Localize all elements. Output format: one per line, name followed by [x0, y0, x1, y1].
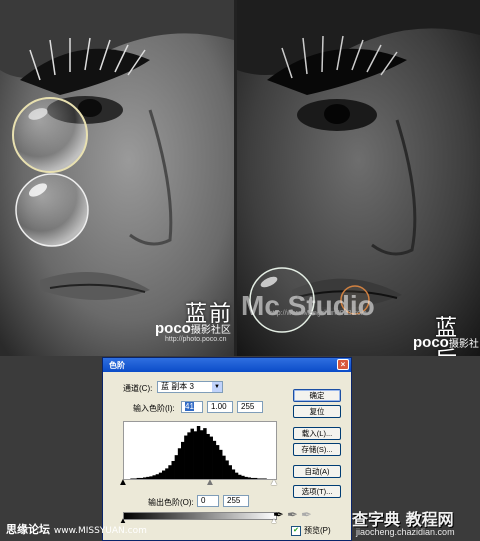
preview-label: 预览(P) [304, 526, 331, 535]
output-gradient [123, 512, 277, 520]
input-white-field[interactable]: 255 [237, 401, 263, 413]
eyedropper-white-icon[interactable]: ✒ [301, 507, 312, 523]
black-point-slider[interactable]: ▲ [118, 477, 128, 489]
histogram-bar [209, 436, 213, 479]
after-photo: Mc Studio http://www.Mengshun0913.com 蓝后… [237, 0, 480, 356]
options-button[interactable]: 选项(T)... [293, 485, 341, 498]
studio-watermark: Mc Studio [241, 290, 375, 321]
histogram-bar [143, 477, 147, 479]
histogram-bar [200, 430, 204, 479]
levels-dialog: 色阶 × 通道(C): 蓝 副本 3 ▼ 输入色阶(I): 41 1.00 25… [102, 357, 352, 541]
save-button[interactable]: 存储(S)... [293, 443, 341, 456]
eyedropper-gray-icon[interactable]: ✒ [287, 507, 298, 523]
histogram-bar [136, 477, 141, 479]
histogram-bar [222, 455, 226, 479]
histogram-bar [158, 472, 163, 479]
histogram-bar [225, 460, 229, 479]
preview-checkbox[interactable]: ✔ [291, 525, 301, 536]
poco-url: http://photo.poco.cn [165, 336, 227, 343]
white-point-slider[interactable]: ▲ [269, 477, 279, 489]
preview-checkbox-row[interactable]: ✔ 预览(P) [291, 525, 331, 536]
before-photo: 蓝前 poco摄影社区 http://photo.poco.cn [0, 0, 234, 356]
histogram-bar [241, 475, 245, 479]
histogram-bar [244, 476, 248, 479]
histogram-bar [228, 465, 232, 479]
histogram-bar [238, 474, 242, 479]
channel-label: 通道(C): [123, 384, 153, 393]
histogram-bar [174, 455, 179, 479]
output-black-field[interactable]: 0 [197, 495, 219, 507]
chevron-down-icon[interactable]: ▼ [212, 382, 222, 392]
close-button[interactable]: × [337, 359, 349, 370]
histogram-bar [133, 478, 137, 479]
histogram-bar [253, 477, 258, 479]
histogram-bar [193, 431, 198, 479]
histogram-bar [165, 468, 169, 479]
poco-logo-after: poco摄影社 [413, 334, 479, 351]
input-gamma-field[interactable]: 1.00 [207, 401, 233, 413]
histogram-bar [177, 448, 182, 479]
studio-url: http://www.Mengshun0913.com [269, 310, 367, 317]
histogram-bar [263, 478, 267, 479]
histogram-bar [260, 478, 264, 479]
histogram-bar [152, 475, 156, 479]
histogram-bar [215, 445, 220, 479]
input-black-field[interactable]: 41 [181, 401, 203, 413]
histogram-bar [162, 470, 166, 479]
histogram-bar [184, 435, 188, 479]
histogram-bar [149, 476, 153, 479]
histogram-bar [171, 460, 175, 479]
histogram-bar [139, 477, 144, 479]
histogram-bar [234, 472, 239, 479]
histogram-bar [187, 432, 191, 479]
dialog-title: 色阶 [109, 360, 125, 370]
histogram-bar [257, 478, 261, 479]
histogram-bar [155, 474, 160, 479]
histogram-bar [212, 440, 217, 479]
auto-button[interactable]: 自动(A) [293, 465, 341, 478]
histogram-bar [196, 426, 201, 479]
ok-button[interactable]: 确定 [293, 389, 341, 402]
output-white-field[interactable]: 255 [223, 495, 249, 507]
eyedropper-black-icon[interactable]: ✒ [273, 507, 284, 523]
gamma-slider[interactable]: ▲ [205, 477, 215, 489]
load-button[interactable]: 载入(L)... [293, 427, 341, 440]
histogram-bar [203, 428, 207, 479]
histogram-bar [250, 477, 255, 479]
reset-button[interactable]: 复位 [293, 405, 341, 418]
histogram [123, 421, 277, 480]
poco-logo: poco摄影社区 [155, 320, 231, 337]
right-watermark-url: jiaocheng.chazidian.com [356, 527, 455, 537]
histogram-bar [168, 465, 172, 479]
histogram-bar [206, 433, 210, 479]
output-levels-label: 输出色阶(O): [148, 498, 194, 507]
histogram-bar [219, 449, 223, 479]
histogram-bar [181, 441, 185, 479]
left-watermark: 思缘论坛 www.MISSYUAN.com [6, 523, 147, 536]
histogram-bar [247, 477, 251, 479]
histogram-bar [130, 478, 134, 479]
channel-select[interactable]: 蓝 副本 3 ▼ [157, 381, 223, 393]
input-levels-label: 输入色阶(I): [133, 404, 175, 413]
histogram-bar [146, 476, 150, 479]
histogram-bar [231, 469, 236, 479]
histogram-bar [190, 428, 194, 479]
dialog-titlebar[interactable]: 色阶 × [103, 358, 351, 372]
